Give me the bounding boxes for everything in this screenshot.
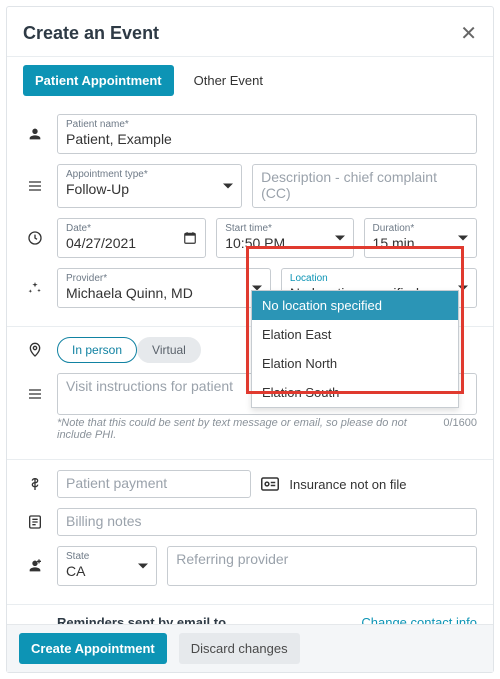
list-icon — [23, 164, 47, 208]
state-value: CA — [66, 563, 148, 579]
pill-virtual[interactable]: Virtual — [137, 337, 201, 363]
create-appointment-button[interactable]: Create Appointment — [19, 633, 167, 664]
provider-label: Provider* — [66, 273, 262, 284]
date-label: Date* — [66, 223, 197, 234]
chevron-down-icon — [458, 236, 468, 241]
location-label: Location — [290, 273, 468, 284]
location-option[interactable]: Elation South — [252, 378, 458, 407]
visit-mode-toggle: In person Virtual — [57, 337, 201, 363]
referring-provider-placeholder: Referring provider — [176, 551, 468, 567]
insurance-status: Insurance not on file — [261, 470, 477, 498]
start-time-label: Start time* — [225, 223, 344, 234]
state-label: State — [66, 551, 148, 562]
tab-patient-appointment[interactable]: Patient Appointment — [23, 65, 174, 96]
calendar-icon — [183, 231, 197, 245]
patient-payment-field[interactable]: Patient payment — [57, 470, 251, 498]
chevron-down-icon — [223, 184, 233, 189]
appointment-type-value: Follow-Up — [66, 181, 233, 197]
description-field[interactable]: Description - chief complaint (CC) — [252, 164, 477, 208]
date-value: 04/27/2021 — [66, 235, 197, 251]
appointment-type-label: Appointment type* — [66, 169, 233, 180]
duration-value: 15 min — [373, 235, 468, 251]
patient-payment-placeholder: Patient payment — [66, 475, 242, 491]
patient-name-field[interactable]: Patient name* Patient, Example — [57, 114, 477, 154]
provider-field[interactable]: Provider* Michaela Quinn, MD — [57, 268, 271, 308]
modal-title: Create an Event — [23, 23, 159, 44]
footer: Create Appointment Discard changes — [7, 624, 493, 672]
date-field[interactable]: Date* 04/27/2021 — [57, 218, 206, 258]
start-time-field[interactable]: Start time* 10:50 PM — [216, 218, 353, 258]
create-event-modal: Create an Event ✕ Patient Appointment Ot… — [6, 6, 494, 673]
phi-note: *Note that this could be sent by text me… — [57, 417, 443, 441]
location-option[interactable]: No location specified — [252, 291, 458, 320]
billing-notes-field[interactable]: Billing notes — [57, 508, 477, 536]
referring-provider-field[interactable]: Referring provider — [167, 546, 477, 586]
divider — [7, 459, 493, 460]
referral-icon — [23, 546, 47, 586]
duration-label: Duration* — [373, 223, 468, 234]
wellness-icon — [23, 268, 47, 308]
char-counter: 0/1600 — [443, 417, 477, 441]
location-pin-icon — [23, 337, 47, 363]
patient-name-value: Patient, Example — [66, 131, 468, 147]
card-icon — [261, 477, 279, 491]
location-option[interactable]: Elation North — [252, 349, 458, 378]
location-option[interactable]: Elation East — [252, 320, 458, 349]
start-time-value: 10:50 PM — [225, 235, 344, 251]
insurance-text: Insurance not on file — [289, 477, 406, 492]
patient-name-label: Patient name* — [66, 119, 468, 130]
pill-in-person[interactable]: In person — [57, 337, 137, 363]
location-dropdown: No location specified Elation East Elati… — [251, 290, 459, 408]
clock-icon — [23, 218, 47, 258]
chevron-down-icon — [138, 564, 148, 569]
chevron-down-icon — [335, 236, 345, 241]
appointment-type-field[interactable]: Appointment type* Follow-Up — [57, 164, 242, 208]
duration-field[interactable]: Duration* 15 min — [364, 218, 477, 258]
notes-icon — [23, 508, 47, 536]
close-icon[interactable]: ✕ — [460, 21, 477, 46]
state-field[interactable]: State CA — [57, 546, 157, 586]
change-contact-link[interactable]: Change contact info — [361, 615, 477, 624]
provider-value: Michaela Quinn, MD — [66, 285, 262, 301]
description-placeholder: Description - chief complaint (CC) — [261, 169, 468, 201]
list-icon — [23, 373, 47, 415]
discard-changes-button[interactable]: Discard changes — [179, 633, 300, 664]
divider — [7, 604, 493, 605]
bell-icon — [23, 615, 47, 624]
tab-other-event[interactable]: Other Event — [190, 65, 267, 96]
person-icon — [23, 114, 47, 154]
billing-notes-placeholder: Billing notes — [66, 513, 468, 529]
dollar-icon — [23, 470, 47, 498]
chevron-down-icon — [458, 286, 468, 291]
reminders-title: Reminders sent by email to testemail@ela… — [57, 615, 351, 624]
